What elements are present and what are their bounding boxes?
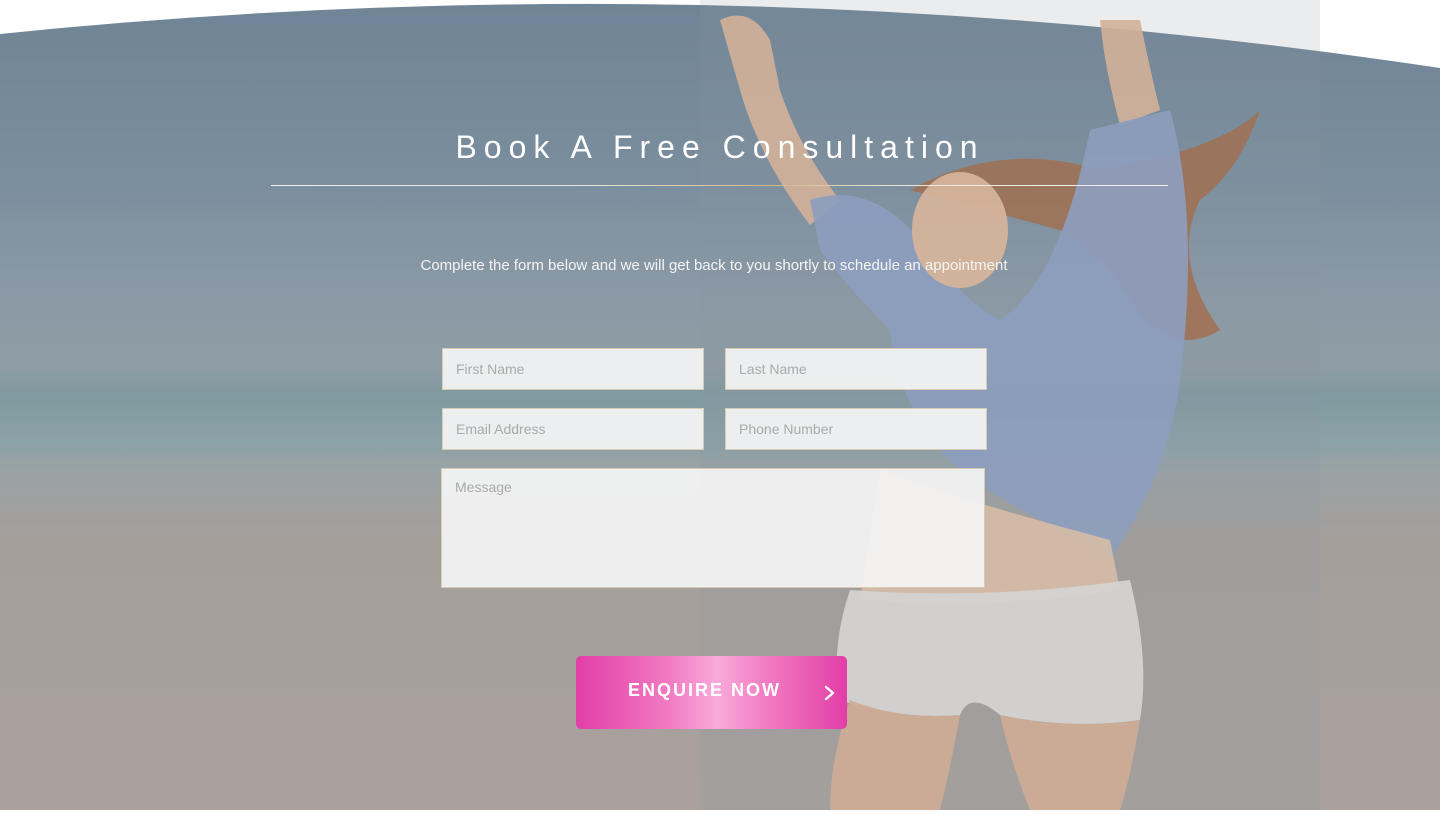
first-name-input[interactable] bbox=[442, 348, 704, 390]
hero-section: Book A Free Consultation Complete the fo… bbox=[0, 0, 1440, 810]
page-title: Book A Free Consultation bbox=[455, 129, 985, 166]
form-subtitle: Complete the form below and we will get … bbox=[420, 257, 1008, 274]
message-textarea[interactable] bbox=[441, 468, 985, 588]
chevron-right-icon bbox=[824, 685, 835, 701]
enquire-now-button[interactable]: ENQUIRE NOW bbox=[576, 656, 847, 729]
email-input[interactable] bbox=[442, 408, 704, 450]
phone-input[interactable] bbox=[725, 408, 987, 450]
enquire-now-label: ENQUIRE NOW bbox=[628, 680, 782, 700]
last-name-input[interactable] bbox=[725, 348, 987, 390]
title-divider bbox=[271, 185, 1168, 186]
